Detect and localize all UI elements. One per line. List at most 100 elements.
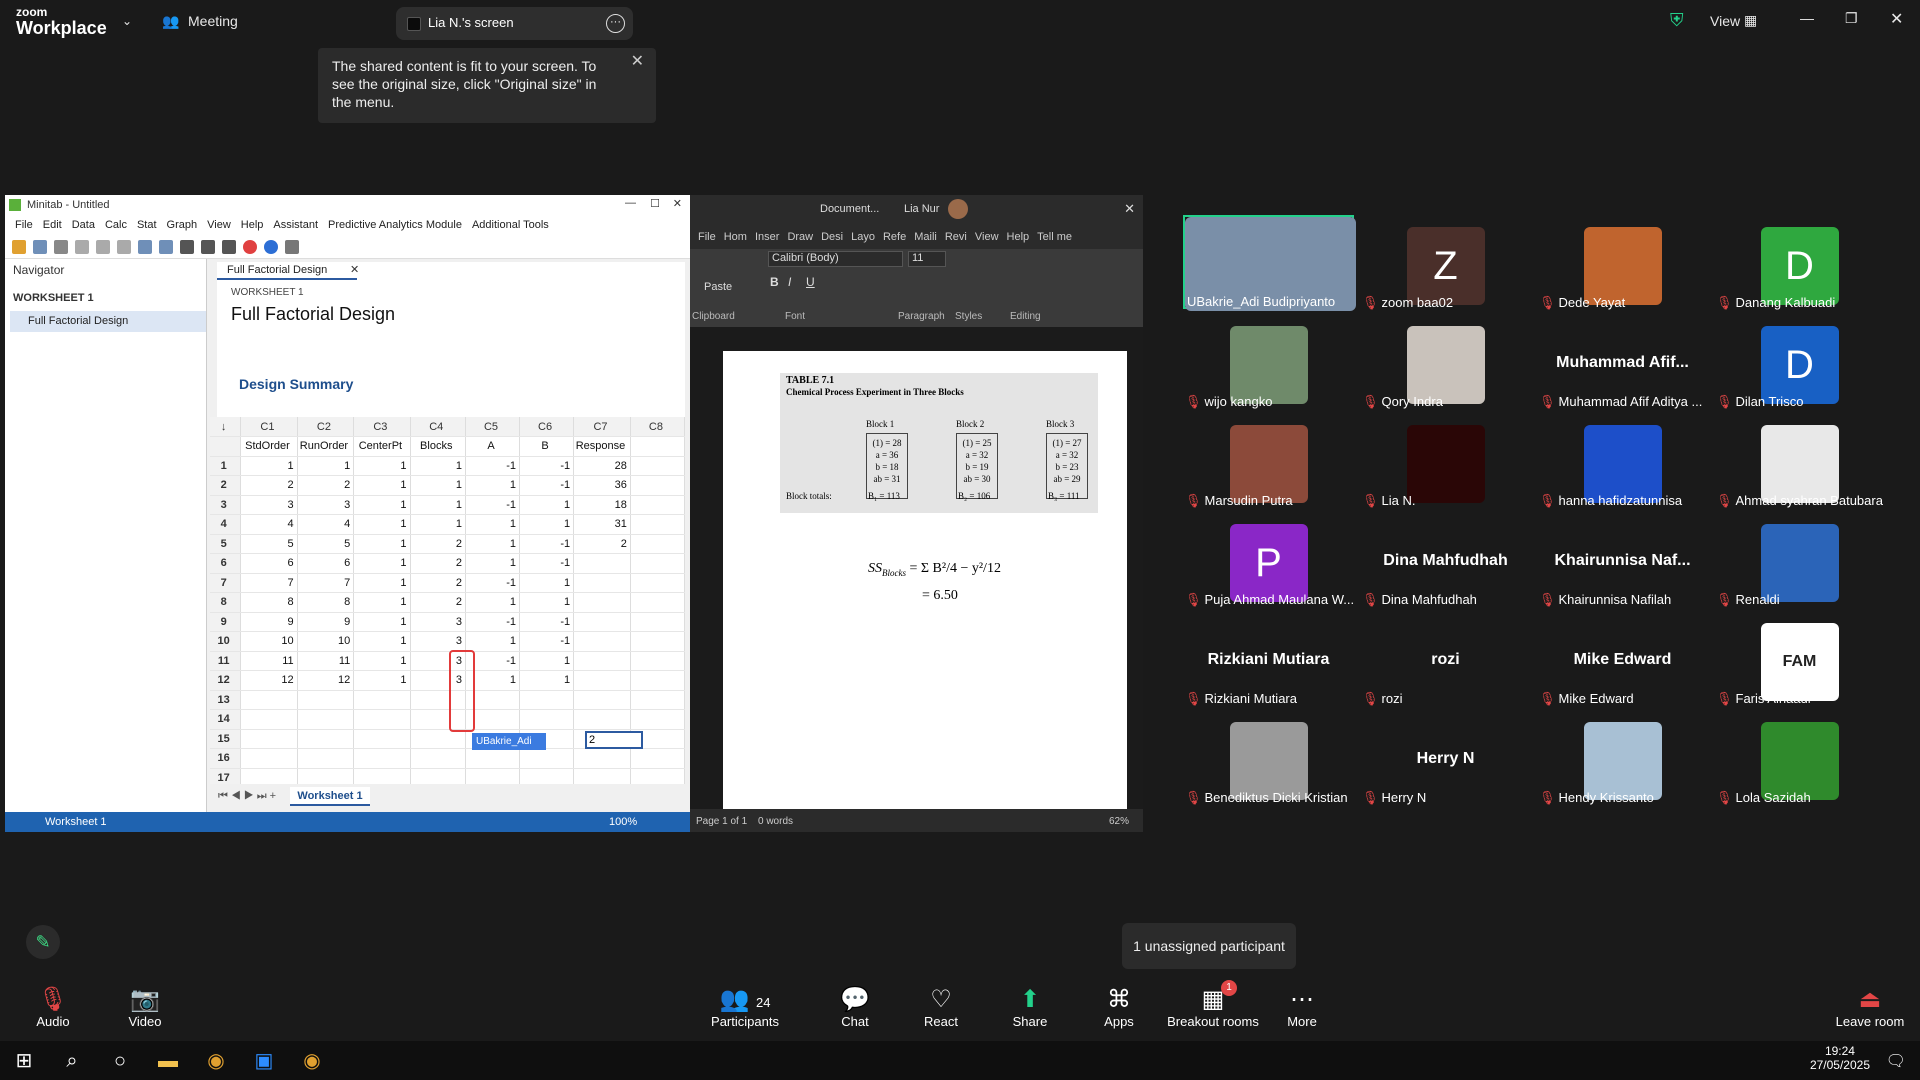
cell[interactable]: 6 (297, 553, 355, 574)
meeting-label[interactable]: Meeting (188, 13, 238, 29)
ribbon-tab[interactable]: Refe (883, 225, 906, 249)
cell[interactable] (630, 495, 685, 515)
cell[interactable]: 1 (353, 495, 411, 515)
zoom-app-icon[interactable]: ▣ (248, 1045, 280, 1077)
row-header[interactable]: 11 (210, 651, 242, 671)
cell[interactable]: 1 (353, 534, 411, 554)
participant-tile[interactable]: 🎙 Ahmad syahran Batubara (1714, 413, 1885, 508)
cell[interactable]: 1 (519, 573, 575, 593)
participant-tile[interactable]: 🎙 Benediktus Dicki Kristian (1183, 710, 1354, 805)
maximize-icon[interactable]: ☐ (650, 197, 660, 210)
row-header[interactable] (210, 436, 242, 457)
cell[interactable]: 2 (410, 534, 466, 554)
nav-item-full-factorial[interactable]: Full Factorial Design (10, 311, 206, 332)
row-header[interactable]: 13 (210, 690, 242, 710)
cell[interactable]: 1 (519, 651, 575, 671)
cell[interactable]: 7 (297, 573, 355, 593)
cell[interactable] (630, 436, 685, 457)
cell[interactable] (630, 475, 685, 496)
ribbon-tab[interactable]: Draw (787, 225, 813, 249)
ribbon-tab[interactable]: Maili (914, 225, 937, 249)
grid-view-icon[interactable]: ▦ (1744, 12, 1757, 29)
participant-tile[interactable]: Z 🎙 zoom baa02 (1360, 215, 1531, 310)
cell[interactable]: 10 (240, 631, 298, 652)
menu-item[interactable]: Stat (137, 215, 157, 235)
breakout-rooms-button[interactable]: ▦ Breakout rooms 1 (1163, 980, 1263, 1041)
chrome-icon[interactable]: ◉ (200, 1045, 232, 1077)
output-tab[interactable]: Full Factorial Design (217, 262, 357, 280)
paste-icon[interactable] (117, 240, 131, 254)
cell[interactable] (297, 748, 355, 769)
help-icon[interactable] (264, 240, 278, 254)
cell[interactable] (630, 690, 685, 710)
find-icon[interactable] (201, 240, 215, 254)
minimize-icon[interactable]: — (1800, 10, 1814, 26)
avatar[interactable] (948, 199, 968, 219)
cell[interactable] (630, 592, 685, 613)
worksheet-tab[interactable]: Worksheet 1 (290, 787, 370, 806)
underline-icon[interactable]: U (806, 275, 815, 289)
cell[interactable]: C6 (519, 417, 575, 437)
cell[interactable]: 1 (410, 495, 466, 515)
participant-tile[interactable]: 🎙 Dede Yayat (1537, 215, 1708, 310)
cell[interactable]: 1 (465, 553, 521, 574)
function-icon[interactable] (285, 240, 299, 254)
unassigned-participant-toast[interactable]: 1 unassigned participant (1122, 923, 1296, 969)
cell[interactable]: 1 (465, 631, 521, 652)
cell[interactable]: 1 (519, 592, 575, 613)
participant-tile[interactable]: 🎙 hanna hafidzatunnisa (1537, 413, 1708, 508)
row-header[interactable]: 4 (210, 514, 242, 535)
ribbon-tab[interactable]: Hom (724, 225, 747, 249)
cell[interactable]: 3 (297, 495, 355, 515)
cell[interactable] (353, 709, 411, 730)
cell[interactable] (465, 748, 521, 769)
cell[interactable] (573, 573, 631, 593)
cancel-icon[interactable] (243, 240, 257, 254)
row-header[interactable]: 10 (210, 631, 242, 652)
cell[interactable] (630, 709, 685, 730)
cell[interactable]: 28 (573, 456, 631, 476)
participant-tile[interactable]: Khairunnisa Naf... 🎙 Khairunnisa Nafilah (1537, 512, 1708, 607)
row-header[interactable]: 9 (210, 612, 242, 632)
cell[interactable] (240, 748, 298, 769)
cell[interactable]: 9 (297, 612, 355, 632)
cell[interactable] (573, 709, 631, 730)
shield-icon[interactable]: ⛨ (1670, 10, 1684, 31)
cell[interactable]: 1 (410, 456, 466, 476)
worksheet-grid[interactable]: ↓ C1 C2 C3 C4 C5 C6 C7 C8 StdOrder RunOrder CenterP… (210, 417, 685, 784)
save-icon[interactable] (33, 240, 47, 254)
cell[interactable] (353, 748, 411, 769)
cell[interactable] (297, 690, 355, 710)
leave-room-button[interactable]: ⏏ Leave room (1825, 980, 1915, 1041)
cell[interactable]: -1 (465, 573, 521, 593)
close-icon[interactable]: ✕ (1890, 9, 1903, 29)
cell[interactable]: 4 (297, 514, 355, 535)
maximize-icon[interactable]: ❐ (1845, 10, 1858, 27)
cell[interactable]: 1 (410, 475, 466, 496)
windows-start-icon[interactable]: ⊞ (8, 1045, 40, 1077)
cell[interactable]: 1 (465, 534, 521, 554)
cell[interactable]: 2 (297, 475, 355, 496)
cell[interactable]: -1 (519, 475, 575, 496)
row-header[interactable]: 3 (210, 495, 242, 515)
participant-tile[interactable]: 🎙 wijo kangko (1183, 314, 1354, 409)
share-screen-pill[interactable]: Lia N.'s screen ··· (396, 7, 633, 40)
react-button[interactable]: ♡ React (896, 980, 986, 1041)
menu-item[interactable]: Calc (105, 215, 127, 235)
menu-item[interactable]: Predictive Analytics Module (328, 215, 462, 235)
cell[interactable]: 36 (573, 475, 631, 496)
font-size-select[interactable]: 11 (908, 251, 946, 267)
cell[interactable] (297, 768, 355, 784)
row-header[interactable]: 17 (210, 768, 242, 784)
cell[interactable]: 2 (240, 475, 298, 496)
close-icon[interactable]: ✕ (1124, 201, 1135, 217)
cell[interactable] (410, 748, 466, 769)
close-notice-icon[interactable]: ✕ (631, 53, 644, 71)
cell[interactable]: C4 (410, 417, 466, 437)
cell[interactable]: 31 (573, 514, 631, 535)
cell[interactable] (240, 768, 298, 784)
cell[interactable]: 1 (519, 495, 575, 515)
annotate-pencil-icon[interactable]: ✎ (26, 925, 60, 959)
menu-item[interactable]: Assistant (273, 215, 318, 235)
cell[interactable]: 2 (573, 534, 631, 554)
